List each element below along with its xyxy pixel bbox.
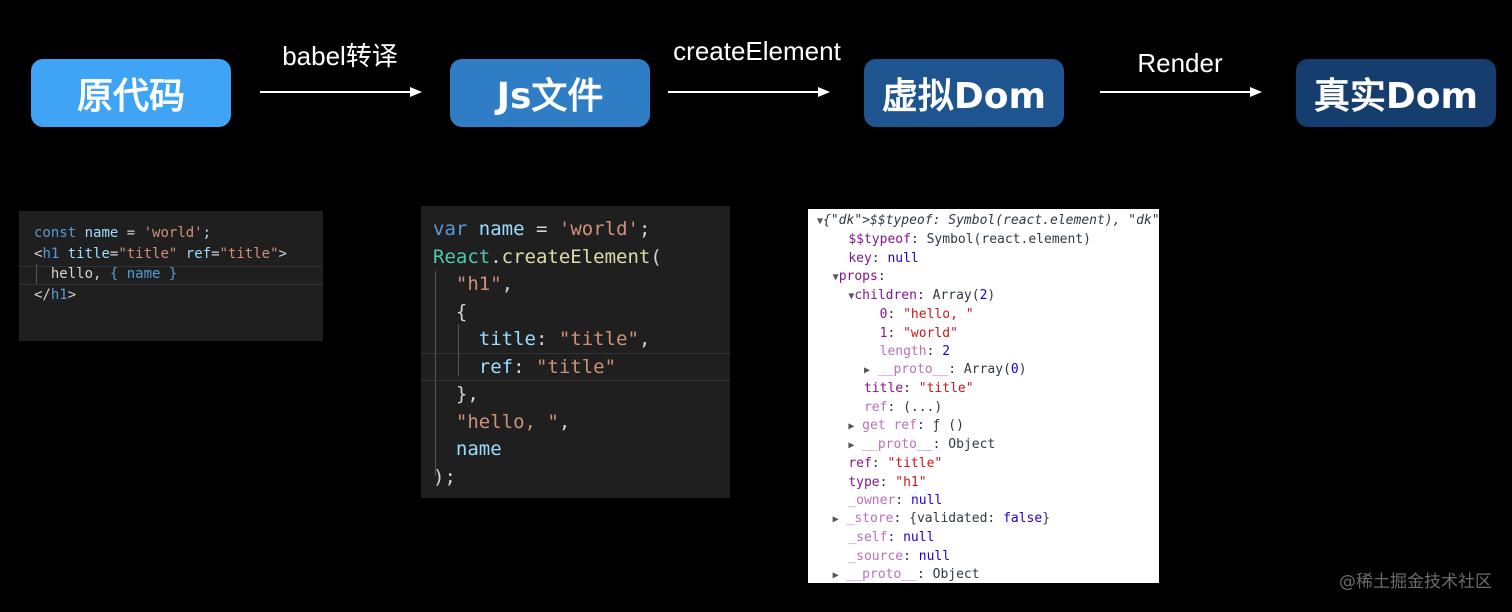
collapse-triangle-icon[interactable]: ▶: [833, 514, 839, 525]
flow-node-virtual-dom: 虚拟Dom: [864, 59, 1064, 127]
flow-node-js-file: Js文件: [450, 59, 650, 127]
tree-line: __proto__: Object: [862, 437, 996, 452]
flow-node-label: Js文件: [496, 76, 604, 117]
code-panel-compiled-js: var name = 'world'; React.createElement(…: [421, 206, 730, 498]
code-block: const name = 'world'; <h1 title="title" …: [34, 223, 287, 305]
code-line: {: [433, 300, 468, 323]
code-line: );: [433, 465, 456, 488]
arrow-icon: [1100, 87, 1262, 97]
tree-line: children: Array(2): [854, 288, 996, 303]
code-line: "hello, ",: [455, 410, 571, 433]
code-line: ref: "title": [478, 355, 617, 378]
code-line: <h1 title="title" ref="title">: [34, 245, 287, 262]
tree-line: $$typeof: Symbol(react.element): [848, 232, 1091, 248]
code-panel-jsx-source: const name = 'world'; <h1 title="title" …: [19, 211, 323, 341]
code-line: title: "title",: [478, 328, 651, 350]
flow-node-real-dom: 真实Dom: [1296, 59, 1496, 127]
flow-node-label: 虚拟Dom: [881, 76, 1047, 117]
edge-label-babel: babel转译: [282, 41, 398, 71]
code-line: React.createElement(: [433, 245, 662, 268]
tree-line: {"dk">$$typeof: Symbol(react.element), "…: [823, 213, 1159, 228]
tree-line: title: "title": [863, 381, 974, 397]
collapse-triangle-icon[interactable]: ▶: [833, 570, 839, 581]
object-tree: ▼{"dk">$$typeof: Symbol(react.element), …: [817, 212, 1159, 583]
tree-line: _owner: null: [848, 492, 943, 508]
tree-line: key: null: [848, 250, 919, 266]
code-line: "h1",: [455, 273, 514, 295]
code-line: </h1>: [34, 286, 77, 303]
code-line: },: [433, 383, 479, 405]
code-line: name: [455, 438, 502, 460]
tree-line: 1: "world": [879, 325, 958, 341]
tree-line: _self: null: [848, 530, 935, 546]
tree-line: get ref: ƒ (): [862, 417, 964, 433]
flow-node-label: 真实Dom: [1313, 76, 1479, 117]
flow-node-label: 原代码: [76, 76, 185, 117]
tree-line: 0: "hello, ": [879, 307, 974, 323]
collapse-triangle-icon[interactable]: ▶: [848, 440, 854, 451]
arrow-icon: [260, 87, 422, 97]
watermark: @稀土掘金技术社区: [1339, 572, 1492, 592]
tree-line: ref: "title": [848, 456, 943, 472]
tree-line: _source: null: [848, 548, 951, 564]
tree-line: _store: {validated: false}: [846, 511, 1051, 526]
tree-line: props:: [838, 268, 886, 284]
flow-node-source-code: 原代码: [31, 59, 231, 127]
tree-line: __proto__: Array(0): [877, 362, 1027, 377]
tree-line: ref: (...): [863, 399, 943, 415]
tree-line: __proto__: Object: [846, 566, 980, 582]
collapse-triangle-icon[interactable]: ▶: [864, 365, 870, 376]
tree-line: type: "h1": [848, 474, 927, 490]
edge-label-render: Render: [1137, 48, 1223, 78]
edge-label-create-element: createElement: [673, 36, 841, 66]
code-line: var name = 'world';: [433, 218, 651, 240]
code-block: var name = 'world'; React.createElement(…: [433, 216, 662, 491]
tree-line: length: 2: [879, 343, 951, 359]
code-line: hello, { name }: [34, 266, 178, 282]
collapse-triangle-icon[interactable]: ▶: [848, 421, 854, 432]
code-line: const name = 'world';: [34, 225, 212, 241]
arrow-icon: [668, 87, 830, 97]
devtools-virtual-dom-panel: ▼{"dk">$$typeof: Symbol(react.element), …: [808, 209, 1159, 583]
